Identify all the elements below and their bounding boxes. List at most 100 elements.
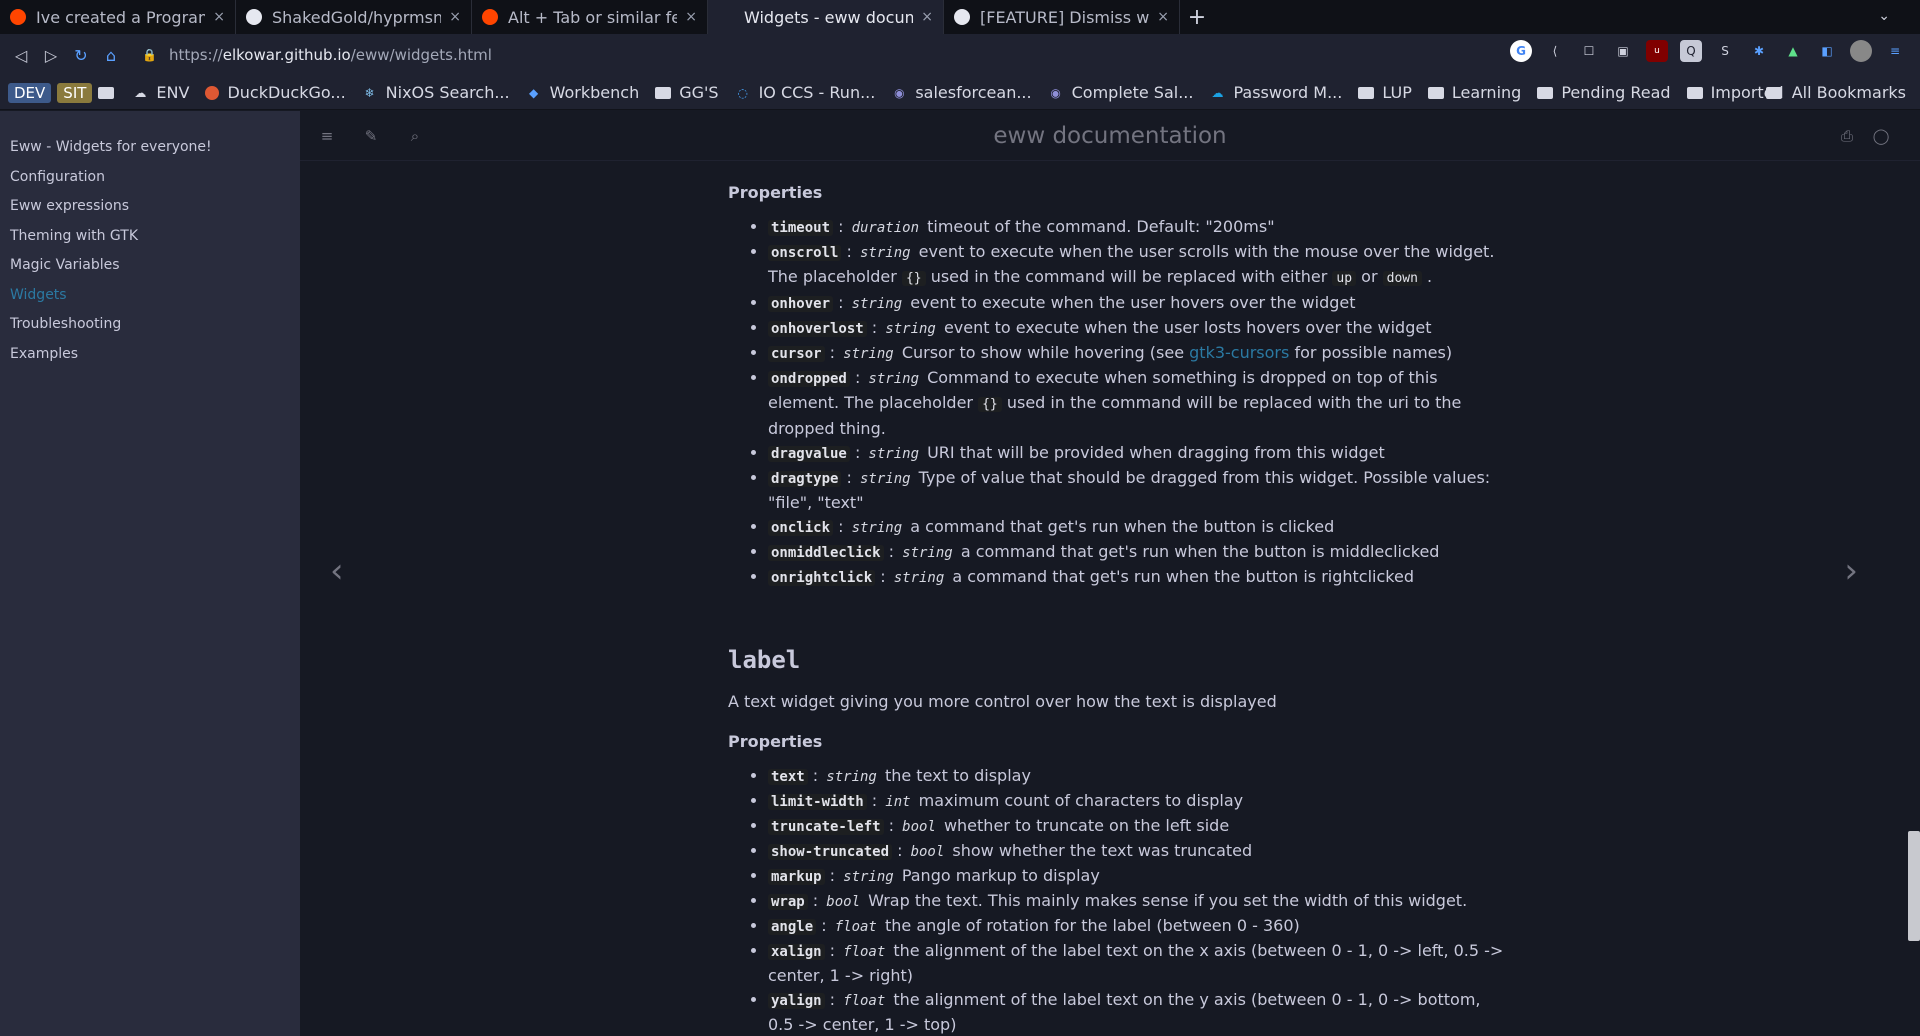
sidebar-item[interactable]: Widgets [0,281,300,311]
reload-icon[interactable]: ↻ [66,40,96,70]
property-type: string [851,520,903,536]
inline-code: down [1382,271,1422,286]
flask-icon[interactable]: ▲ [1782,40,1804,62]
bookmark-ggs[interactable]: GG'S [655,83,719,102]
next-chapter-icon[interactable]: › [1844,551,1858,591]
screenshot-icon[interactable]: ▣ [1612,40,1634,62]
bookmark-label: salesforcean... [915,83,1032,102]
bookmark-lup[interactable]: LUP [1358,83,1412,102]
close-tab-icon[interactable]: × [213,9,225,25]
azure-icon: ◌ [737,85,748,100]
property-type: int [885,794,911,810]
property-type: string [868,446,919,462]
bookmark-tag-dev[interactable]: DEV [8,82,52,103]
bookmark-complete-sal[interactable]: ◉ Complete Sal... [1048,83,1194,102]
tab-label: Ive created a Program [36,7,206,27]
menu-icon[interactable]: ≡ [1884,40,1906,62]
address-bar[interactable]: 🔒 https://elkowar.github.io/eww/widgets.… [142,40,1502,70]
tab-list-menu-icon[interactable]: ⌄ [1878,8,1890,24]
sidebar-item[interactable]: Configuration [0,163,300,193]
back-icon[interactable]: ◁ [6,40,36,70]
property-type: float [843,993,886,1009]
bookmark-tag-sit[interactable]: SIT [57,82,93,103]
property-name: cursor [768,346,825,362]
bookmark-icon[interactable]: ☐ [1578,40,1600,62]
bookmark-password-m[interactable]: ☁ Password M... [1209,83,1342,102]
property-name: truncate-left [768,819,884,835]
sidebar-item[interactable]: Eww - Widgets for everyone! [0,133,300,163]
all-bookmarks[interactable]: All Bookmarks [1765,83,1906,102]
close-tab-icon[interactable]: × [1157,9,1169,25]
share-icon[interactable]: ⟨ [1544,40,1566,62]
page-body: Properties timeout : duration timeout of… [728,181,1508,1036]
close-tab-icon[interactable]: × [449,9,461,25]
property-type: string [902,545,953,561]
bookmark-label: Complete Sal... [1071,83,1194,102]
avatar[interactable] [1850,40,1872,62]
puzzle-icon[interactable]: ✱ [1748,40,1770,62]
sidebar-item[interactable]: Magic Variables [0,251,300,281]
ublock-icon[interactable]: u [1646,40,1668,62]
sidebar-item[interactable]: Troubleshooting [0,310,300,340]
sidebar-item[interactable]: Examples [0,340,300,370]
bookmark-folder-unnamed[interactable] [98,86,122,99]
properties-heading: Properties [728,732,823,751]
cloud-icon: ☁ [134,85,147,100]
folder-icon [98,86,115,99]
property-name: onhover [768,296,834,312]
folder-icon [655,86,672,99]
sidebar-item[interactable]: Eww expressions [0,192,300,222]
property-item: wrap : bool Wrap the text. This mainly m… [768,889,1508,914]
property-type: string [843,346,894,362]
tab[interactable]: Ive created a Program × [0,0,236,34]
property-desc: event to execute when the user hovers ov… [910,293,1356,312]
property-desc: URI that will be provided when dragging … [927,443,1385,462]
reddit-icon [482,9,498,25]
new-tab-button[interactable]: + [1180,0,1214,34]
bookmark-nixos[interactable]: ❄ NixOS Search... [362,83,510,102]
search-extension-icon[interactable]: Q [1680,40,1702,62]
tab[interactable]: [FEATURE] Dismiss win × [944,0,1180,34]
s-extension-icon[interactable]: S [1714,40,1736,62]
bookmark-label: ENV [156,83,190,102]
property-desc: the text to display [884,766,1031,785]
sidepanel-icon[interactable]: ◧ [1816,40,1838,62]
forward-icon[interactable]: ▷ [36,40,66,70]
properties-list: text : string the text to displaylimit-w… [728,764,1508,1036]
tab[interactable]: Alt + Tab or similar fea × [472,0,708,34]
property-name: xalign [768,944,825,960]
property-desc: the angle of rotation for the label (bet… [884,916,1300,935]
home-icon[interactable]: ⌂ [96,40,126,70]
print-icon[interactable]: ⎙ [1836,125,1858,147]
scrollbar-thumb[interactable] [1908,831,1920,941]
property-name: text [768,769,808,785]
bookmark-pending-read[interactable]: Pending Read [1537,83,1671,102]
google-icon[interactable]: G [1510,40,1532,62]
previous-chapter-icon[interactable]: ‹ [330,551,344,591]
property-desc: or [1361,267,1378,286]
close-tab-icon[interactable]: × [685,9,697,25]
bookmark-salesforcean[interactable]: ◉ salesforcean... [891,83,1032,102]
tab[interactable]: Widgets - eww docum × [708,0,944,34]
property-name: limit-width [768,794,867,810]
github-icon[interactable]: ◯ [1870,125,1892,147]
reddit-icon [10,9,26,25]
sidebar-item[interactable]: Theming with GTK [0,222,300,252]
property-desc: whether to truncate on the left side [943,816,1230,835]
property-desc: used in the command will be replaced wit… [930,267,1328,286]
bookmark-learning[interactable]: Learning [1427,83,1521,102]
bookmark-duckduckgo[interactable]: DuckDuckGo... [205,83,346,102]
section-title-label: label [728,646,801,674]
bookmark-io-ccs[interactable]: ◌ IO CCS - Run... [735,83,875,102]
gtk3-cursors-link[interactable]: gtk3-cursors [1189,343,1289,362]
book-icon [718,9,734,25]
tab[interactable]: ShakedGold/hyprmsn × [236,0,472,34]
bookmark-env[interactable]: ☁ ENV [132,83,189,102]
property-item: cursor : string Cursor to show while hov… [768,341,1508,366]
inline-code: up [1332,271,1357,286]
property-desc: a command that get's run when the button… [952,567,1414,586]
close-tab-icon[interactable]: × [921,9,933,25]
bookmark-workbench[interactable]: ◆ Workbench [526,83,639,102]
property-desc: Wrap the text. This mainly makes sense i… [868,891,1468,910]
tab-label: Widgets - eww docum [744,7,914,27]
